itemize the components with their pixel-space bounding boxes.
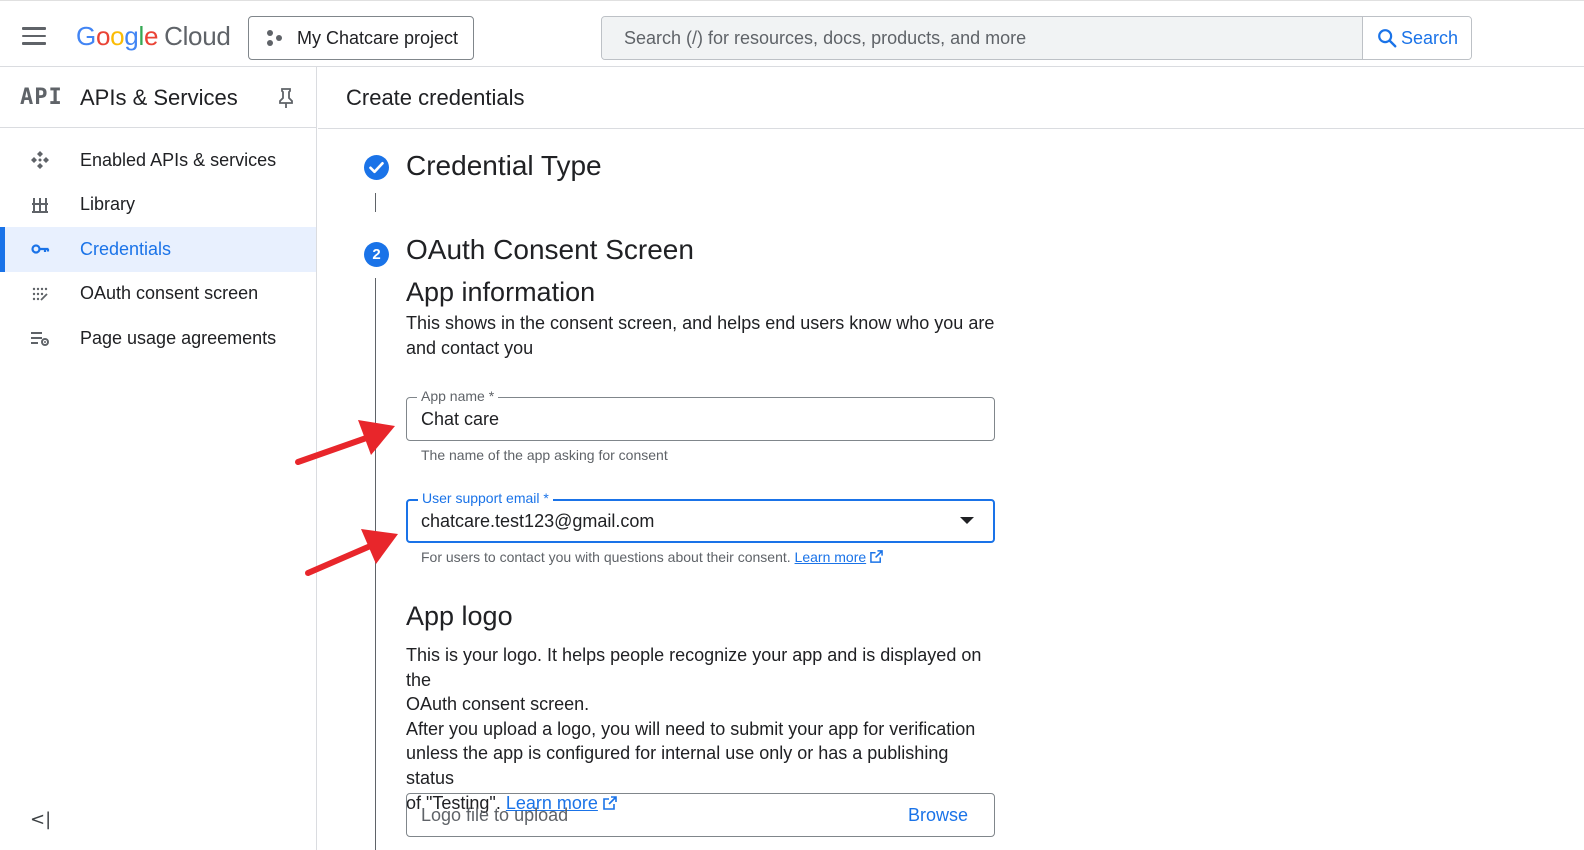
search-input[interactable]: Search (/) for resources, docs, products… (602, 17, 1362, 59)
enabled-apis-icon (31, 151, 49, 169)
search-button[interactable]: Search (1362, 17, 1471, 59)
step-number-badge: 2 (364, 242, 389, 267)
library-icon (32, 197, 48, 213)
step-oauth-consent-title: OAuth Consent Screen (406, 234, 694, 265)
oauth-consent-icon (32, 287, 48, 301)
sidebar-item-enabled-apis[interactable]: Enabled APIs & services (0, 138, 316, 183)
search-button-label: Search (1400, 27, 1459, 48)
app-name-value[interactable]: Chat care (421, 409, 499, 430)
external-link-icon (870, 550, 883, 563)
app-information-description: This shows in the consent screen, and he… (406, 313, 995, 358)
user-support-email-value[interactable]: chatcare.test123@gmail.com (421, 511, 654, 532)
app-logo-heading: App logo (406, 601, 513, 631)
logo-upload-placeholder: Logo file to upload (421, 805, 569, 825)
usage-agreements-icon (31, 332, 49, 346)
search-bar: Search (/) for resources, docs, products… (601, 16, 1472, 60)
sidebar-item-label: Enabled APIs & services (80, 149, 277, 170)
step-credential-type-title: Credential Type (406, 150, 602, 181)
project-dots-icon (263, 27, 285, 49)
project-name: My Chatcare project (297, 27, 459, 48)
sidebar-item-library[interactable]: Library (0, 183, 316, 228)
browse-button[interactable]: Browse (908, 805, 968, 826)
app-name-helper: The name of the app asking for consent (421, 447, 668, 463)
key-icon (31, 244, 50, 254)
sidebar-item-label: Credentials (80, 238, 172, 259)
pin-icon[interactable] (277, 87, 295, 109)
sidebar-item-oauth-consent[interactable]: OAuth consent screen (0, 272, 316, 317)
user-support-email-label: User support email * (418, 490, 553, 506)
step-complete-check-icon (364, 155, 389, 180)
app-logo-description: This is your logo. It helps people recog… (406, 645, 982, 813)
api-icon: API (20, 85, 63, 110)
step-connector (375, 193, 376, 212)
main-header: Create credentials (318, 67, 1584, 129)
user-support-email-helper: For users to contact you with questions … (421, 549, 883, 565)
page-title: Create credentials (346, 85, 525, 110)
learn-more-link[interactable]: Learn more (795, 549, 867, 565)
sidebar-item-label: Library (80, 194, 136, 215)
sidebar-item-credentials[interactable]: Credentials (0, 227, 316, 272)
collapse-sidebar-icon[interactable]: <| (30, 809, 51, 830)
search-icon (1378, 29, 1397, 48)
sidebar-item-page-usage[interactable]: Page usage agreements (0, 316, 316, 361)
top-bar: Google Cloud My Chatcare project Search (… (0, 0, 1584, 67)
app-information-heading: App information (406, 277, 596, 307)
sidebar-item-label: Page usage agreements (80, 327, 277, 348)
sidebar: API APIs & Services Enabled APIs & servi… (0, 67, 317, 850)
dropdown-arrow-icon[interactable] (960, 517, 974, 524)
sidebar-item-label: OAuth consent screen (80, 283, 259, 304)
sidebar-title: APIs & Services (80, 85, 238, 110)
user-support-email-select[interactable]: User support email * chatcare.test123@gm… (406, 490, 995, 543)
red-arrow-icon (305, 529, 398, 576)
hamburger-menu-icon[interactable] (22, 27, 46, 45)
app-name-label: App name * (417, 388, 499, 404)
app-name-field[interactable]: App name * Chat care (406, 388, 995, 441)
google-cloud-logo[interactable]: Google Cloud (76, 21, 231, 52)
project-picker-button[interactable]: My Chatcare project (248, 16, 474, 60)
sidebar-header: API APIs & Services (0, 67, 316, 128)
logo-upload-field[interactable]: Logo file to upload Browse (406, 793, 995, 837)
step-connector (375, 278, 376, 850)
sidebar-nav: Enabled APIs & services Library Credenti… (0, 138, 316, 361)
